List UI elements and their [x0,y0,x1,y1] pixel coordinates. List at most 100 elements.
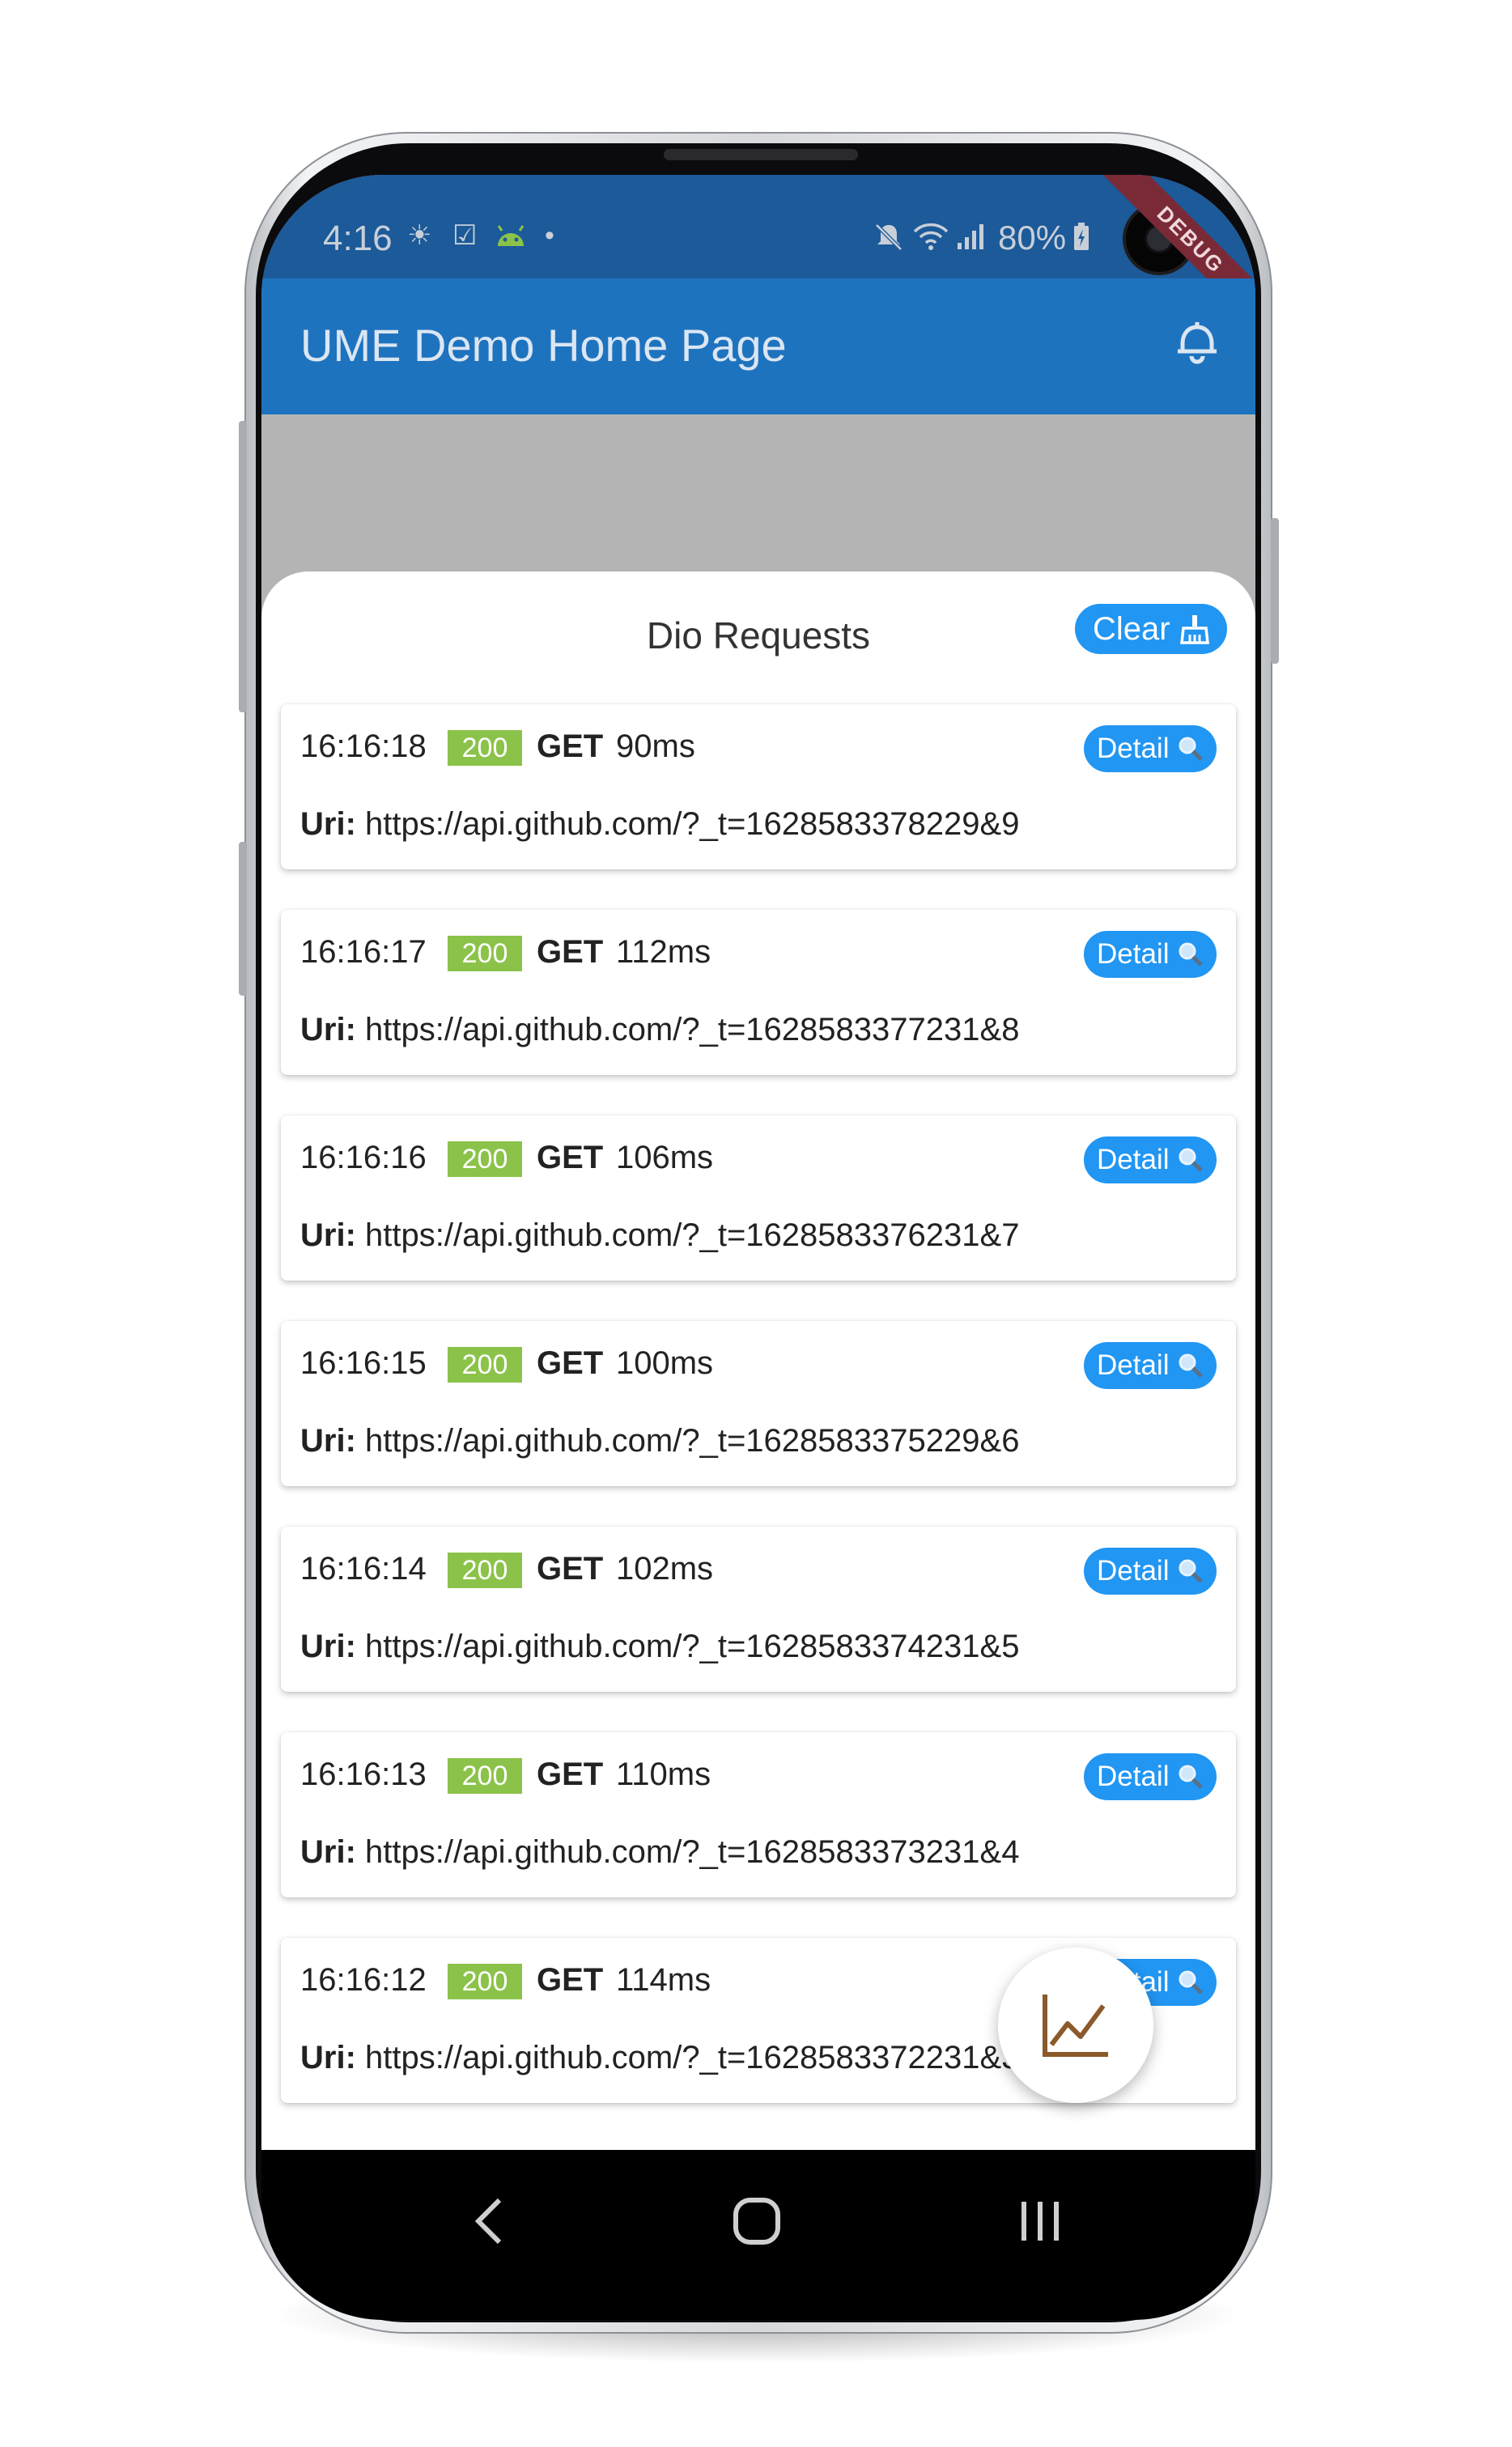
side-key [1271,518,1279,664]
request-method: GET [537,1962,604,1998]
request-uri: Uri: https://api.github.com/?_t=16285833… [300,1012,1019,1048]
page-title: UME Demo Home Page [300,320,787,371]
magnifier-icon [1179,1970,1203,1995]
checkbox-icon: ☑ [452,220,478,251]
request-time: 16:16:18 [300,729,427,764]
status-badge: 200 [448,1141,522,1177]
detail-button[interactable]: Detail [1084,931,1217,978]
uri-label: Uri: [300,1423,356,1459]
request-uri: Uri: https://api.github.com/?_t=16285833… [300,1834,1019,1871]
detail-button[interactable]: Detail [1084,1136,1217,1183]
request-method: GET [537,1345,604,1381]
magnifier-icon [1179,1353,1203,1378]
magnifier-icon [1179,1148,1203,1172]
line-chart-icon [1043,1995,1108,2057]
request-time: 16:16:14 [300,1551,427,1587]
request-method: GET [537,934,604,970]
magnifier-icon [1179,737,1203,761]
bell-icon[interactable] [1171,319,1223,371]
request-method: GET [537,729,604,764]
uri-label: Uri: [300,806,356,842]
earpiece-speaker [664,149,858,160]
request-uri: Uri: https://api.github.com/?_t=16285833… [300,1217,1019,1254]
request-card[interactable]: 16:16:16 200 GET 106ms Detail Uri: https… [281,1115,1236,1281]
clear-button-label: Clear [1093,611,1170,647]
uri-value: https://api.github.com/?_t=1628583377231… [365,1012,1020,1047]
request-duration: 114ms [616,1962,711,1998]
request-method: GET [537,1140,604,1175]
recent-apps-icon[interactable] [1014,2192,1066,2250]
uri-label: Uri: [300,1834,356,1870]
request-card[interactable]: 16:16:17 200 GET 112ms Detail Uri: https… [281,910,1236,1075]
request-time: 16:16:17 [300,934,427,970]
request-duration: 102ms [616,1551,714,1587]
detail-button-label: Detail [1097,1761,1170,1792]
request-card[interactable]: 16:16:13 200 GET 110ms Detail Uri: https… [281,1732,1236,1897]
status-badge: 200 [448,1964,522,1999]
uri-value: https://api.github.com/?_t=1628583373231… [365,1834,1020,1870]
back-icon[interactable] [464,2189,512,2254]
request-time: 16:16:15 [300,1345,427,1381]
app-bar: UME Demo Home Page [261,278,1255,414]
request-method: GET [537,1757,604,1792]
uri-label: Uri: [300,1217,356,1253]
uri-label: Uri: [300,1012,356,1047]
notification-dot-icon: • [545,220,554,251]
detail-button-label: Detail [1097,1555,1170,1587]
request-method: GET [537,1551,604,1587]
android-icon [495,222,527,254]
request-duration: 112ms [616,934,711,970]
request-duration: 110ms [616,1757,711,1792]
request-duration: 100ms [616,1345,714,1381]
broom-icon [1180,615,1209,644]
request-time: 16:16:13 [300,1757,427,1792]
volume-button [239,842,247,996]
request-uri: Uri: https://api.github.com/?_t=16285833… [300,1423,1019,1459]
request-card[interactable]: 16:16:18 200 GET 90ms Detail Uri: https:… [281,704,1236,869]
uri-value: https://api.github.com/?_t=1628583378229… [365,806,1020,842]
status-badge: 200 [448,730,522,766]
request-uri: Uri: https://api.github.com/?_t=16285833… [300,1629,1019,1665]
magnifier-icon [1179,1765,1203,1789]
wifi-icon [912,222,949,256]
magnifier-icon [1179,942,1203,966]
magnifier-icon [1179,1559,1203,1583]
uri-label: Uri: [300,2040,356,2075]
status-bar: 4:16 ☀ ☑ • 80% DEBUG [261,175,1255,338]
request-duration: 106ms [616,1140,714,1175]
mute-icon [873,222,904,257]
uri-value: https://api.github.com/?_t=1628583375229… [365,1423,1020,1459]
home-icon[interactable] [731,2192,783,2250]
uri-value: https://api.github.com/?_t=1628583374231… [365,1629,1020,1664]
request-card[interactable]: 16:16:15 200 GET 100ms Detail Uri: https… [281,1321,1236,1486]
status-badge: 200 [448,1553,522,1588]
screen: 4:16 ☀ ☑ • 80% DEBUG UME Demo Home Page … [261,175,1255,2150]
status-badge: 200 [448,1347,522,1383]
weather-icon: ☀ [407,220,432,251]
request-time: 16:16:16 [300,1140,427,1175]
dio-requests-sheet: Dio Requests Clear 16:16:18 200 GET 90ms… [261,571,1255,2150]
detail-button-label: Detail [1097,1144,1170,1175]
signal-icon [956,222,988,256]
request-uri: Uri: https://api.github.com/?_t=16285833… [300,2040,1019,2076]
clear-button[interactable]: Clear [1075,604,1227,654]
status-badge: 200 [448,936,522,971]
detail-button[interactable]: Detail [1084,725,1217,772]
status-badge: 200 [448,1758,522,1794]
detail-button-label: Detail [1097,938,1170,970]
detail-button-label: Detail [1097,1349,1170,1381]
detail-button[interactable]: Detail [1084,1342,1217,1389]
detail-button[interactable]: Detail [1084,1753,1217,1800]
status-time: 4:16 [323,219,393,258]
battery-percent: 80% [998,219,1067,257]
navigation-bar [261,2150,1255,2320]
battery-icon [1072,222,1090,256]
detail-button-label: Detail [1097,733,1170,764]
detail-button[interactable]: Detail [1084,1548,1217,1595]
power-button [239,421,247,712]
request-time: 16:16:12 [300,1962,427,1998]
uri-value: https://api.github.com/?_t=1628583372231… [365,2040,1020,2075]
request-card[interactable]: 16:16:14 200 GET 102ms Detail Uri: https… [281,1527,1236,1692]
chart-fab-button[interactable] [998,1948,1153,2103]
request-duration: 90ms [616,729,695,764]
